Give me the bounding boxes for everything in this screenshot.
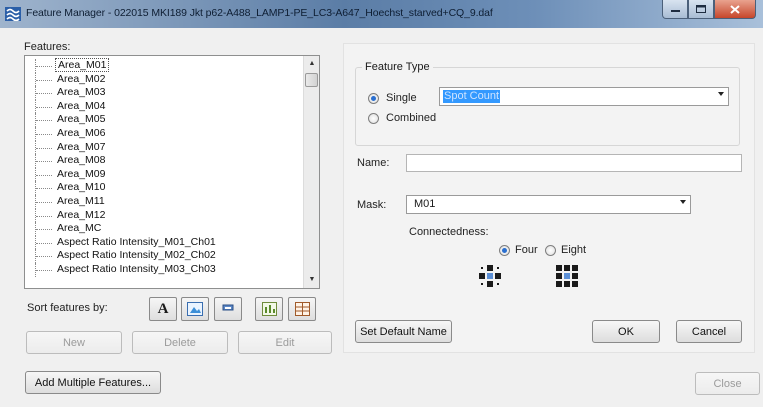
chevron-down-icon [680, 200, 686, 204]
list-item-label: Area_M09 [57, 167, 106, 180]
list-item[interactable]: Area_M03 [25, 86, 305, 100]
alpha-sort-icon: A [157, 300, 169, 317]
minimize-icon [670, 10, 680, 12]
minimize-button[interactable] [662, 0, 688, 19]
window-title: Feature Manager - 022015 MKI189 Jkt p62-… [26, 7, 493, 19]
list-item[interactable]: Area_M09 [25, 167, 305, 182]
list-item[interactable]: Area_M02 [25, 72, 305, 87]
list-item-label: Aspect Ratio Intensity_M03_Ch03 [57, 262, 216, 275]
list-item[interactable]: Area_M04 [25, 99, 305, 114]
mask-dropdown[interactable]: M01 [406, 195, 691, 214]
mask-label: Mask: [357, 199, 387, 211]
list-item-label: Area_M11 [57, 194, 105, 207]
sort-stats-button[interactable] [255, 297, 283, 321]
close-button[interactable]: Close [695, 372, 760, 395]
feature-type-value: Spot Count [443, 90, 501, 103]
title-bar[interactable]: Feature Manager - 022015 MKI189 Jkt p62-… [0, 0, 763, 28]
list-item-label: Area_M05 [57, 113, 106, 126]
list-item[interactable]: Area_M05 [25, 113, 305, 127]
list-item-label: Area_M10 [57, 181, 106, 194]
maximize-icon [696, 5, 706, 13]
list-item-label: Aspect Ratio Intensity_M02_Ch02 [57, 249, 216, 262]
eight-label: Eight [561, 244, 587, 256]
eight-connectivity-icon [556, 265, 578, 287]
list-item-label: Area_M03 [57, 86, 106, 99]
combined-label: Combined [386, 112, 437, 124]
list-item-label: Aspect Ratio Intensity_M01_Ch01 [57, 235, 216, 248]
mask-value: M01 [414, 198, 436, 210]
list-item[interactable]: Area_M01 [25, 58, 305, 73]
list-item[interactable]: Area_M07 [25, 140, 305, 155]
feature-manager-window: Feature Manager - 022015 MKI189 Jkt p62-… [0, 0, 763, 407]
feature-type-group [355, 67, 740, 146]
tag-sort-icon [222, 304, 234, 311]
add-multiple-features-button[interactable]: Add Multiple Features... [25, 371, 161, 394]
list-item[interactable]: Area_M06 [25, 126, 305, 141]
sort-alpha-button[interactable]: A [149, 297, 177, 321]
list-item-label: Area_M06 [57, 126, 106, 139]
list-item[interactable]: Aspect Ratio Intensity_M02_Ch02 [25, 249, 305, 263]
feature-type-dropdown[interactable]: Spot Count [439, 87, 729, 106]
feature-type-title: Feature Type [362, 61, 433, 73]
list-item[interactable]: Aspect Ratio Intensity_M03_Ch03 [25, 262, 305, 277]
four-connectivity-icon [479, 265, 501, 287]
list-item-label: Area_M12 [57, 208, 106, 221]
list-item[interactable]: Area_M11 [25, 194, 305, 209]
set-default-name-button[interactable]: Set Default Name [355, 320, 452, 343]
close-icon [730, 4, 740, 14]
sort-image-button[interactable] [181, 297, 209, 321]
delete-feature-button[interactable]: Delete [132, 331, 228, 354]
app-icon [5, 7, 21, 21]
list-item[interactable]: Area_M08 [25, 154, 305, 168]
features-list[interactable]: Area_M01 Area_M02 Area_M03 Area_M04 Area_M05… [24, 55, 320, 289]
list-item[interactable]: Area_MC [25, 222, 305, 236]
name-input[interactable] [406, 154, 742, 172]
single-label: Single [386, 92, 417, 104]
eight-radio[interactable] [545, 245, 556, 256]
stats-sort-icon [261, 302, 277, 316]
sort-features-label: Sort features by: [27, 302, 108, 314]
features-scrollbar[interactable]: ▲ ▼ [303, 56, 319, 288]
table-sort-icon [294, 302, 310, 316]
close-window-button[interactable] [714, 0, 756, 19]
list-item-label: Area_M04 [57, 99, 106, 112]
list-item-label: Area_M08 [57, 154, 106, 167]
image-sort-icon [187, 302, 203, 316]
four-radio[interactable] [499, 245, 510, 256]
list-item-label: Area_M02 [57, 72, 106, 85]
chevron-down-icon [718, 92, 724, 96]
sort-tag-button[interactable] [214, 297, 242, 321]
sort-table-button[interactable] [288, 297, 316, 321]
combined-radio[interactable] [368, 113, 379, 124]
list-item[interactable]: Area_M12 [25, 208, 305, 223]
connectedness-label: Connectedness: [409, 226, 489, 238]
new-feature-button[interactable]: New [26, 331, 122, 354]
features-label: Features: [24, 41, 71, 53]
scroll-down-icon[interactable]: ▼ [304, 272, 319, 288]
four-label: Four [515, 244, 538, 256]
edit-feature-button[interactable]: Edit [238, 331, 332, 354]
list-item-label: Area_M07 [57, 140, 106, 153]
ok-button[interactable]: OK [592, 320, 660, 343]
single-radio[interactable] [368, 93, 379, 104]
name-label: Name: [357, 157, 390, 169]
scroll-thumb[interactable] [305, 73, 318, 87]
list-item-label: Area_MC [57, 222, 102, 235]
scroll-up-icon[interactable]: ▲ [304, 56, 319, 72]
maximize-button[interactable] [688, 0, 714, 19]
list-item[interactable]: Aspect Ratio Intensity_M01_Ch01 [25, 235, 305, 250]
cancel-button[interactable]: Cancel [676, 320, 742, 343]
list-item[interactable]: Area_M10 [25, 181, 305, 195]
list-item-label: Area_M01 [55, 58, 110, 72]
